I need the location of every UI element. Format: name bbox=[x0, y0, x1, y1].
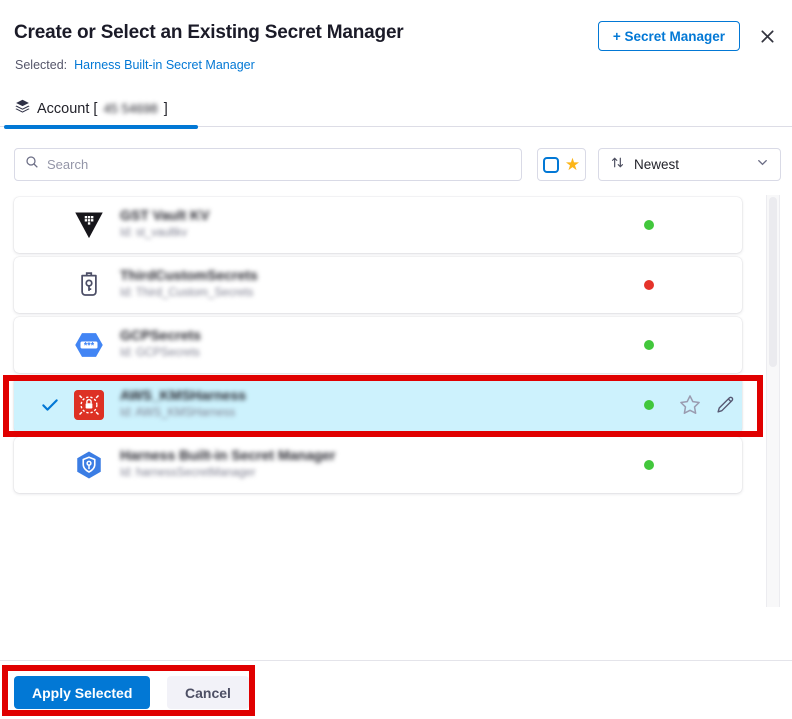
status-dot bbox=[644, 340, 654, 350]
secret-manager-modal: Create or Select an Existing Secret Mana… bbox=[0, 0, 792, 719]
selected-line: Selected: Harness Built-in Secret Manage… bbox=[15, 58, 255, 72]
search-icon bbox=[24, 154, 40, 175]
sort-dropdown[interactable]: Newest bbox=[598, 148, 781, 181]
search-input[interactable] bbox=[47, 157, 512, 172]
tab-account-label-close: ] bbox=[164, 101, 168, 117]
header-actions: + Secret Manager bbox=[598, 21, 777, 51]
svg-text:***: *** bbox=[84, 340, 95, 350]
selected-check-icon bbox=[40, 395, 60, 415]
row-text: GCPSecrets Id: GCPSecrets bbox=[120, 327, 201, 359]
cancel-button[interactable]: Cancel bbox=[167, 676, 249, 709]
secret-manager-name: ThirdCustomSecrets bbox=[120, 267, 258, 283]
status-dot bbox=[644, 460, 654, 470]
edit-icon[interactable] bbox=[714, 394, 736, 416]
secret-manager-row[interactable]: Harness Built-in Secret Manager Id: harn… bbox=[14, 437, 742, 493]
tab-bar: Account [ 45 54698] bbox=[0, 96, 792, 127]
favorite-star-icon[interactable] bbox=[677, 392, 703, 418]
tab-account-count-redacted: 45 54698 bbox=[103, 101, 157, 116]
selected-label: Selected: bbox=[15, 58, 67, 72]
custom-secret-icon bbox=[74, 270, 104, 300]
new-secret-manager-button[interactable]: + Secret Manager bbox=[598, 21, 740, 51]
secret-manager-row[interactable]: ThirdCustomSecrets Id: Third_Custom_Secr… bbox=[14, 257, 742, 313]
secret-manager-list: GST Vault KV Id: st_vaultkv ThirdCustomS… bbox=[14, 197, 742, 497]
secret-manager-id: Id: harnessSecretManager bbox=[120, 467, 336, 479]
secret-manager-id: Id: Third_Custom_Secrets bbox=[120, 287, 258, 299]
status-dot bbox=[644, 280, 654, 290]
favorites-filter[interactable]: ★ bbox=[537, 148, 586, 181]
status-dot bbox=[644, 400, 654, 410]
row-text: GST Vault KV Id: st_vaultkv bbox=[120, 207, 209, 239]
favorites-checkbox[interactable] bbox=[543, 157, 559, 173]
gcp-secret-manager-icon: *** bbox=[74, 330, 104, 360]
secret-manager-row[interactable]: GST Vault KV Id: st_vaultkv bbox=[14, 197, 742, 253]
page-title: Create or Select an Existing Secret Mana… bbox=[14, 22, 404, 44]
secret-manager-row[interactable]: *** GCPSecrets Id: GCPSecrets bbox=[14, 317, 742, 373]
secret-manager-id: Id: GCPSecrets bbox=[120, 347, 201, 359]
footer-divider bbox=[0, 660, 792, 661]
secret-manager-id: Id: AWS_KMSHarness bbox=[120, 407, 246, 419]
search-box bbox=[14, 148, 522, 181]
favorites-star-icon: ★ bbox=[565, 156, 580, 173]
row-text: Harness Built-in Secret Manager Id: harn… bbox=[120, 447, 336, 479]
secret-manager-row[interactable]: AWS_KMSHarness Id: AWS_KMSHarness bbox=[14, 377, 742, 433]
harness-secret-manager-icon bbox=[74, 450, 104, 480]
secret-manager-name: AWS_KMSHarness bbox=[120, 387, 246, 403]
apply-selected-button[interactable]: Apply Selected bbox=[14, 676, 150, 709]
scrollbar[interactable] bbox=[766, 195, 780, 607]
active-tab-underline bbox=[4, 125, 198, 129]
secret-manager-name: GST Vault KV bbox=[120, 207, 209, 223]
close-icon[interactable] bbox=[757, 26, 777, 46]
selected-secret-manager-link[interactable]: Harness Built-in Secret Manager bbox=[74, 58, 255, 72]
tab-account-label: Account [ bbox=[37, 101, 97, 117]
secret-manager-name: Harness Built-in Secret Manager bbox=[120, 447, 336, 463]
secret-manager-name: GCPSecrets bbox=[120, 327, 201, 343]
sort-icon bbox=[609, 154, 626, 176]
row-text: ThirdCustomSecrets Id: Third_Custom_Secr… bbox=[120, 267, 258, 299]
scrollbar-thumb[interactable] bbox=[769, 197, 777, 367]
row-text: AWS_KMSHarness Id: AWS_KMSHarness bbox=[120, 387, 246, 419]
layers-icon bbox=[14, 98, 31, 119]
sort-selected-value: Newest bbox=[634, 157, 747, 172]
secret-manager-id: Id: st_vaultkv bbox=[120, 227, 209, 239]
tab-account[interactable]: Account [ 45 54698] bbox=[14, 98, 168, 119]
vault-icon bbox=[74, 210, 104, 240]
aws-kms-icon bbox=[74, 390, 104, 420]
chevron-down-icon bbox=[755, 155, 770, 175]
status-dot bbox=[644, 220, 654, 230]
